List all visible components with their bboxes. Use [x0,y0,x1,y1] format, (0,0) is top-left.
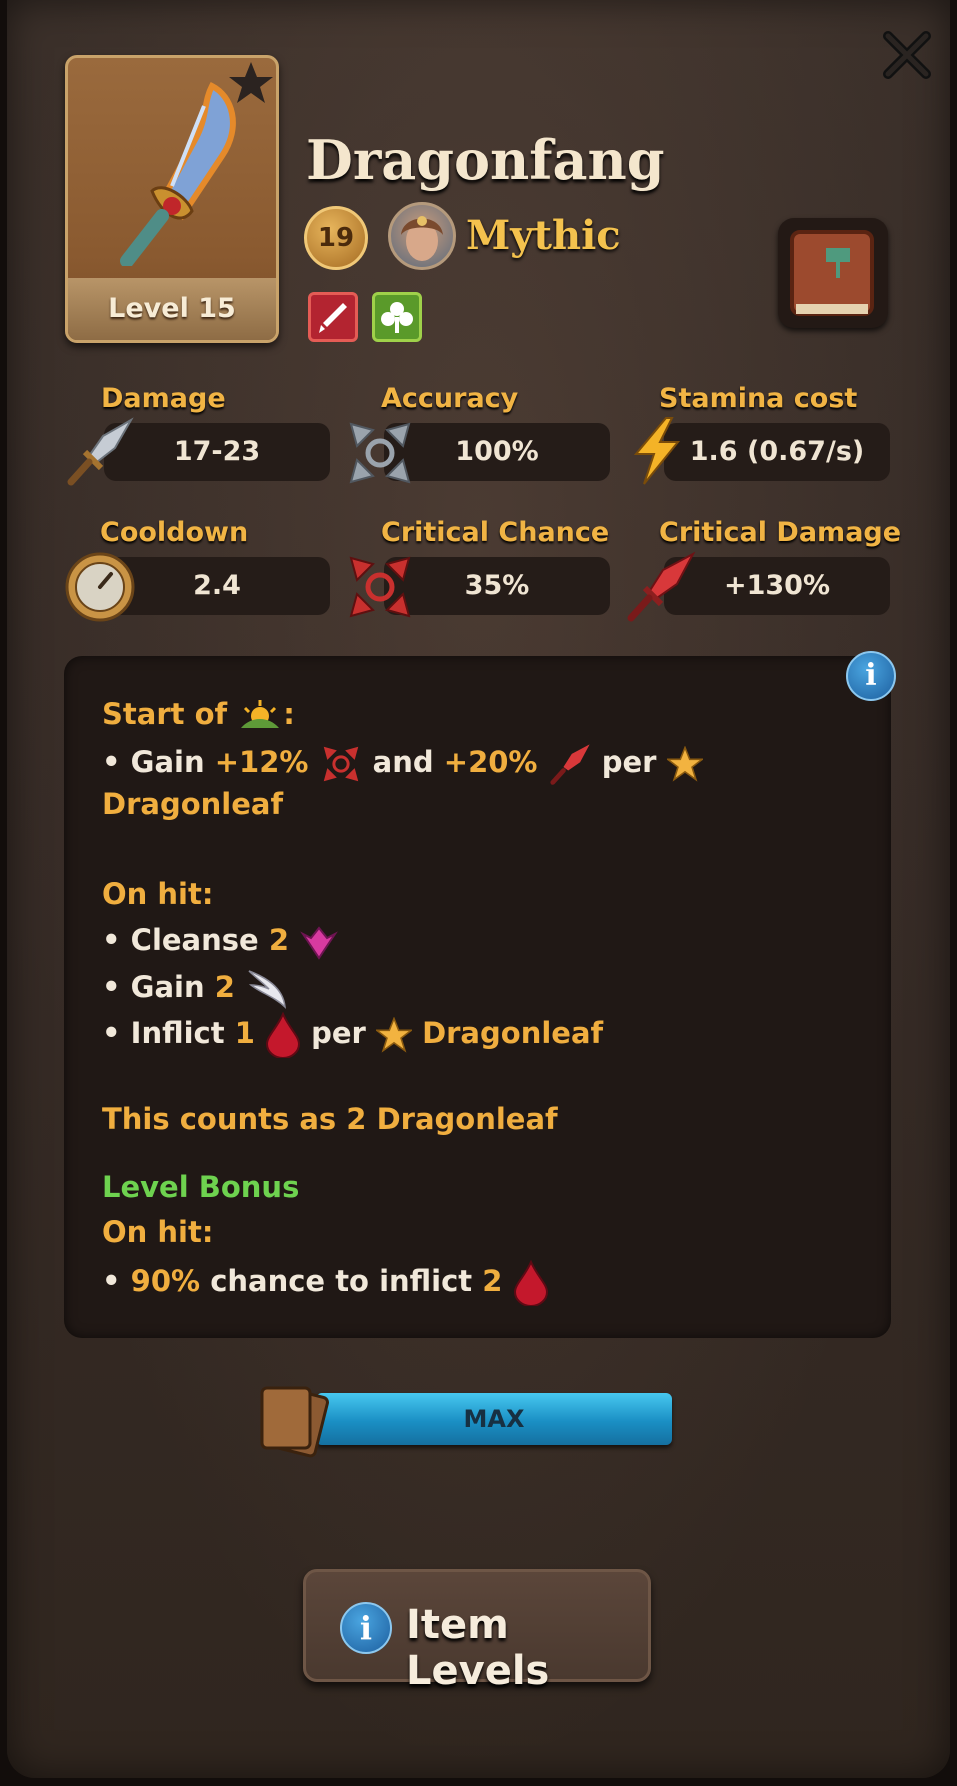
gain-wing-count: 2 [214,970,235,1004]
stat-value-stamina: 1.6 (0.67/s) [664,423,890,481]
wing-icon [248,970,286,1010]
stat-value-damage: 17-23 [104,423,330,481]
stat-value-accuracy: 100% [384,423,610,481]
clover-tag-icon [372,292,422,342]
stopwatch-icon [65,552,135,622]
on-hit-heading: On hit: [102,877,214,911]
inflict-line: • Inflict 1 per Dragonleaf [102,1012,603,1058]
stat-label-stamina: Stamina cost [659,383,858,414]
cleanse-label: Cleanse [130,923,259,957]
bullet: • [102,1264,121,1298]
item-levels-label: Item Levels [406,1602,550,1694]
dragonleaf-text: Dragonleaf [422,1016,604,1050]
stat-value-cooldown: 2.4 [104,557,330,615]
and-label: and [372,745,434,779]
item-levels-button[interactable]: i Item Levels [303,1569,651,1694]
stat-value-crit-chance: 35% [384,557,610,615]
gain-label: Gain [130,970,205,1004]
chance-text: chance to inflict [210,1264,473,1298]
inflict-label: Inflict [130,1016,225,1050]
upgrade-progress-bar: MAX [316,1393,672,1445]
stat-label-damage: Damage [101,383,226,414]
tier-badge: 19 [304,206,368,270]
stat-label-crit-chance: Critical Chance [381,517,610,548]
item-name: Dragonfang [306,128,665,192]
level-bonus-line: • 90% chance to inflict 2 [102,1260,549,1306]
rarity-label: Mythic [466,212,621,259]
crit-damage-icon [549,744,590,785]
item-level: Level 15 [68,278,276,340]
crosshair-icon [349,422,411,484]
start-of-line: Start of : [102,697,295,734]
per-label: per [601,745,657,779]
cleanse-count: 2 [268,923,289,957]
stat-label-crit-damage: Critical Damage [659,517,902,548]
per-label: per [311,1016,366,1050]
start-of-colon: : [283,697,295,731]
counts-as-count: 2 [346,1102,367,1136]
gain-line: • Gain +12% and +20% per [102,742,703,786]
info-icon: i [340,1602,392,1654]
stat-value-crit-damage: +130% [664,557,890,615]
dagger-icon [67,417,134,486]
cards-icon [260,1386,329,1458]
codex-book-icon[interactable] [778,218,888,328]
dragonleaf-text: Dragonleaf [376,1102,558,1136]
cleanse-icon [300,926,339,960]
bullet: • [102,970,121,1004]
gain-critdmg-value: +20% [443,745,538,779]
counts-as-line: This counts as 2 Dragonleaf [102,1102,558,1136]
start-of-label: Start of [102,697,228,731]
bleed-icon [513,1260,548,1306]
sword-tag-icon [308,292,358,342]
crit-crosshair-icon [349,556,411,618]
star-icon [229,62,273,103]
dragonleaf-text: Dragonleaf [102,787,284,821]
info-button[interactable]: i [846,651,896,701]
item-portrait: Level 15 [65,55,279,343]
gain-label: Gain [130,745,205,779]
battle-start-icon [241,700,280,728]
on-hit-heading-2: On hit: [102,1215,214,1249]
star-icon [666,746,703,782]
bullet: • [102,745,121,779]
counts-as-label: This counts as [102,1102,337,1136]
gain-crit-value: +12% [214,745,309,779]
bleed-icon [265,1012,301,1058]
bullet: • [102,1016,121,1050]
chance-count: 2 [482,1264,503,1298]
crit-chance-icon [323,746,358,782]
rarity-avatar-icon [388,202,456,270]
stat-label-accuracy: Accuracy [381,383,519,414]
crit-dagger-icon [627,551,696,622]
star-icon [375,1017,412,1053]
lightning-icon [633,417,681,485]
close-icon[interactable] [878,26,936,84]
cleanse-line: • Cleanse 2 [102,922,339,962]
level-bonus-heading: Level Bonus [102,1170,300,1204]
bullet: • [102,923,121,957]
chance-pct: 90% [130,1264,201,1298]
inflict-count: 1 [234,1016,255,1050]
stat-label-cooldown: Cooldown [100,517,249,548]
gain-wing-line: • Gain 2 [102,967,289,1011]
